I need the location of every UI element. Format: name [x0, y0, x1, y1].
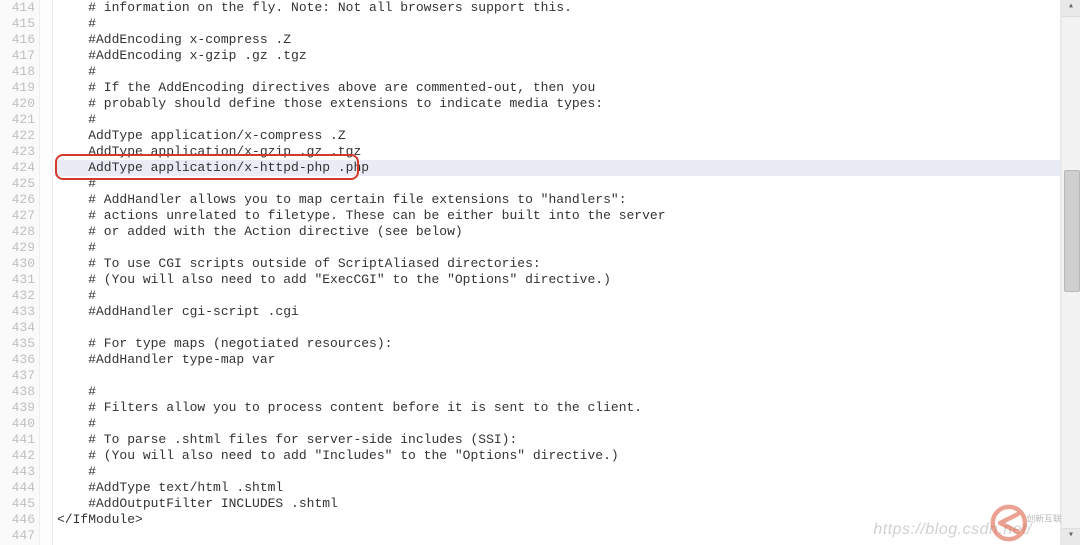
line-number: 447 — [0, 528, 35, 544]
line-number: 439 — [0, 400, 35, 416]
line-number: 434 — [0, 320, 35, 336]
code-line[interactable]: # For type maps (negotiated resources): — [55, 336, 1060, 352]
code-line[interactable]: # If the AddEncoding directives above ar… — [55, 80, 1060, 96]
line-number: 424 — [0, 160, 35, 176]
code-line[interactable]: #AddHandler cgi-script .cgi — [55, 304, 1060, 320]
code-line[interactable]: # information on the fly. Note: Not all … — [55, 0, 1060, 16]
line-number: 438 — [0, 384, 35, 400]
code-line[interactable]: # To parse .shtml files for server-side … — [55, 432, 1060, 448]
line-number: 428 — [0, 224, 35, 240]
code-line[interactable]: # — [55, 16, 1060, 32]
line-number: 415 — [0, 16, 35, 32]
code-line[interactable]: AddType application/x-gzip .gz .tgz — [55, 144, 1060, 160]
code-area[interactable]: https://blog.csdn.net/ 创新互联 # informatio… — [53, 0, 1060, 545]
line-number: 446 — [0, 512, 35, 528]
code-line[interactable]: # AddHandler allows you to map certain f… — [55, 192, 1060, 208]
line-number: 417 — [0, 48, 35, 64]
code-line[interactable] — [55, 320, 1060, 336]
scroll-up-button[interactable]: ▴ — [1062, 0, 1080, 17]
line-number: 436 — [0, 352, 35, 368]
code-line[interactable]: # — [55, 240, 1060, 256]
code-line[interactable]: # probably should define those extension… — [55, 96, 1060, 112]
line-number-gutter: 4144154164174184194204214224234244254264… — [0, 0, 40, 545]
line-number: 431 — [0, 272, 35, 288]
code-line[interactable]: # To use CGI scripts outside of ScriptAl… — [55, 256, 1060, 272]
code-line[interactable]: # Filters allow you to process content b… — [55, 400, 1060, 416]
line-number: 441 — [0, 432, 35, 448]
code-line[interactable]: AddType application/x-httpd-php .php — [55, 160, 1060, 176]
line-number: 421 — [0, 112, 35, 128]
line-number: 418 — [0, 64, 35, 80]
line-number: 423 — [0, 144, 35, 160]
code-line[interactable]: #AddEncoding x-compress .Z — [55, 32, 1060, 48]
line-number: 427 — [0, 208, 35, 224]
vertical-scrollbar[interactable]: ▴ ▾ — [1061, 0, 1080, 545]
line-number: 420 — [0, 96, 35, 112]
code-line[interactable]: # — [55, 464, 1060, 480]
code-line[interactable]: #AddType text/html .shtml — [55, 480, 1060, 496]
line-number: 430 — [0, 256, 35, 272]
code-line[interactable]: # — [55, 64, 1060, 80]
code-line[interactable]: #AddOutputFilter INCLUDES .shtml — [55, 496, 1060, 512]
line-number: 416 — [0, 32, 35, 48]
line-number: 422 — [0, 128, 35, 144]
line-number: 440 — [0, 416, 35, 432]
code-line[interactable] — [55, 528, 1060, 544]
scroll-down-button[interactable]: ▾ — [1062, 528, 1080, 545]
line-number: 443 — [0, 464, 35, 480]
code-line[interactable]: AddType application/x-compress .Z — [55, 128, 1060, 144]
code-line[interactable]: #AddEncoding x-gzip .gz .tgz — [55, 48, 1060, 64]
code-line[interactable]: # (You will also need to add "Includes" … — [55, 448, 1060, 464]
line-number: 445 — [0, 496, 35, 512]
line-number: 419 — [0, 80, 35, 96]
line-number: 432 — [0, 288, 35, 304]
code-line[interactable]: # — [55, 384, 1060, 400]
line-number: 426 — [0, 192, 35, 208]
code-line[interactable]: # — [55, 288, 1060, 304]
code-line[interactable]: #AddHandler type-map var — [55, 352, 1060, 368]
code-line[interactable]: </IfModule> — [55, 512, 1060, 528]
code-line[interactable]: # — [55, 416, 1060, 432]
code-line[interactable]: # — [55, 112, 1060, 128]
line-number: 429 — [0, 240, 35, 256]
line-number: 433 — [0, 304, 35, 320]
code-line[interactable]: # (You will also need to add "ExecCGI" t… — [55, 272, 1060, 288]
code-editor[interactable]: 4144154164174184194204214224234244254264… — [0, 0, 1061, 545]
scroll-thumb[interactable] — [1064, 170, 1080, 292]
line-number: 435 — [0, 336, 35, 352]
fold-column — [40, 0, 53, 545]
code-line[interactable] — [55, 368, 1060, 384]
code-line[interactable]: # actions unrelated to filetype. These c… — [55, 208, 1060, 224]
line-number: 425 — [0, 176, 35, 192]
line-number: 414 — [0, 0, 35, 16]
code-line[interactable]: # or added with the Action directive (se… — [55, 224, 1060, 240]
line-number: 442 — [0, 448, 35, 464]
line-number: 444 — [0, 480, 35, 496]
code-line[interactable]: # — [55, 176, 1060, 192]
line-number: 437 — [0, 368, 35, 384]
